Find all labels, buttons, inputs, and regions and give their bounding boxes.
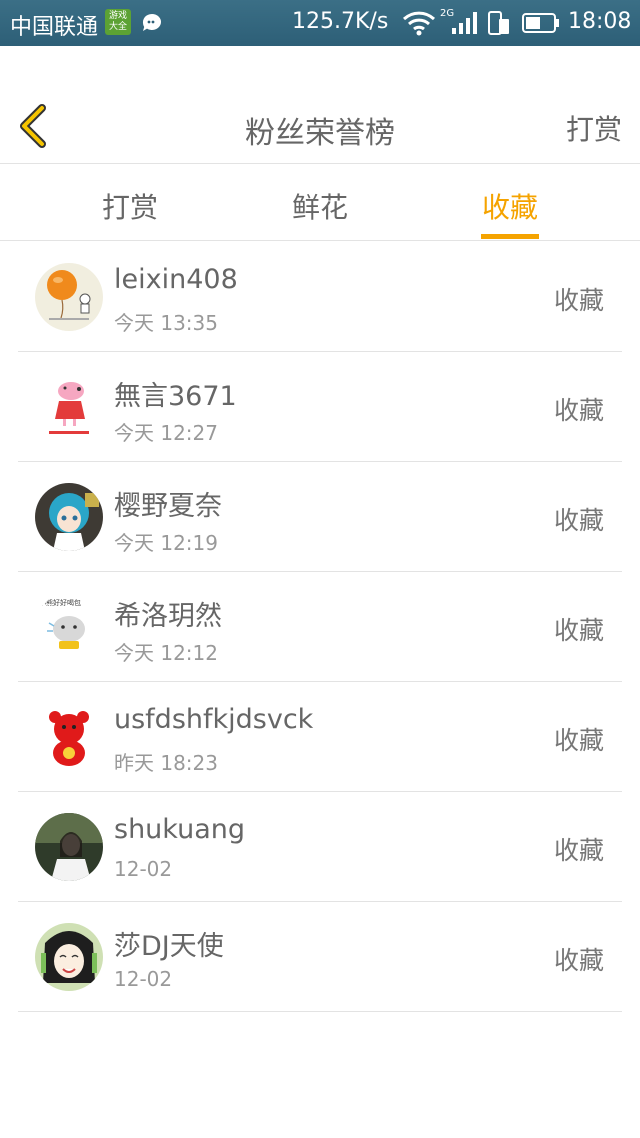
timestamp: 今天 13:35 [114, 311, 218, 335]
active-tab-indicator [481, 234, 539, 239]
list-item[interactable]: usfdshfkjdsvck 昨天 18:23 收藏 [18, 682, 622, 792]
peppa-pig-avatar [35, 373, 103, 441]
orange-balloon-avatar [35, 263, 103, 331]
cartoon-cat-avatar: 小熊好好喝包 [35, 593, 103, 661]
game-app-badge-icon: 游戏 大全 [105, 9, 131, 35]
favorite-label: 收藏 [553, 616, 604, 645]
battery-icon [522, 13, 559, 33]
user-name: shukuang [114, 814, 246, 845]
anime-face-avatar [35, 923, 103, 991]
timestamp: 12-02 [114, 857, 173, 881]
message-icon [142, 13, 161, 32]
user-name: leixin408 [114, 264, 238, 295]
tab-reward[interactable]: 打赏 [70, 186, 190, 226]
timestamp: 昨天 18:23 [114, 751, 218, 775]
title-bar: 粉丝荣誉榜 打赏 [0, 46, 640, 164]
list-item[interactable]: 無言3671 今天 12:27 收藏 [18, 352, 622, 462]
list-item[interactable]: 莎DJ天使 12-02 收藏 [18, 902, 622, 1012]
favorite-label: 收藏 [553, 836, 604, 865]
sim-card-icon [488, 11, 509, 35]
reward-button[interactable]: 打赏 [566, 108, 622, 148]
status-bar: 中国联通 游戏 大全 125.7K/s 2G 18:08 [0, 0, 640, 46]
network-type-label: 2G [440, 8, 454, 19]
timestamp: 今天 12:12 [114, 641, 218, 665]
fan-list: leixin408 今天 13:35 收藏 無言3671 今天 12:27 收藏 [18, 242, 622, 1012]
list-item[interactable]: 樱野夏奈 今天 12:19 收藏 [18, 462, 622, 572]
timestamp: 12-02 [114, 967, 173, 991]
red-bear-avatar [35, 703, 103, 771]
list-item[interactable]: 小熊好好喝包 希洛玥然 今天 12:12 收藏 [18, 572, 622, 682]
user-name: 無言3671 [114, 381, 237, 412]
user-name: 希洛玥然 [114, 601, 222, 632]
favorite-label: 收藏 [553, 396, 604, 425]
user-name: 莎DJ天使 [114, 931, 224, 962]
user-name: 樱野夏奈 [114, 491, 222, 522]
favorite-label: 收藏 [553, 286, 604, 315]
user-name: usfdshfkjdsvck [114, 704, 314, 735]
timestamp: 今天 12:27 [114, 421, 218, 445]
page-title: 粉丝荣誉榜 [245, 116, 395, 151]
timestamp: 今天 12:19 [114, 531, 218, 555]
photo-girl-avatar [35, 813, 103, 881]
clock: 18:08 [568, 9, 632, 34]
favorite-label: 收藏 [553, 946, 604, 975]
favorite-label: 收藏 [553, 506, 604, 535]
tab-flowers[interactable]: 鲜花 [260, 186, 380, 226]
cellular-signal-icon: 2G [440, 8, 477, 34]
tab-favorites[interactable]: 收藏 [450, 186, 570, 226]
list-item[interactable]: shukuang 12-02 收藏 [18, 792, 622, 902]
network-speed: 125.7K/s [292, 9, 389, 34]
wifi-icon [402, 11, 436, 36]
list-item[interactable]: leixin408 今天 13:35 收藏 [18, 242, 622, 352]
anime-girl-avatar [35, 483, 103, 551]
tab-bar: 打赏 鲜花 收藏 [0, 164, 640, 241]
svg-text:小熊好好喝包: 小熊好好喝包 [39, 598, 81, 607]
favorite-label: 收藏 [553, 726, 604, 755]
carrier-label: 中国联通 [10, 15, 99, 40]
